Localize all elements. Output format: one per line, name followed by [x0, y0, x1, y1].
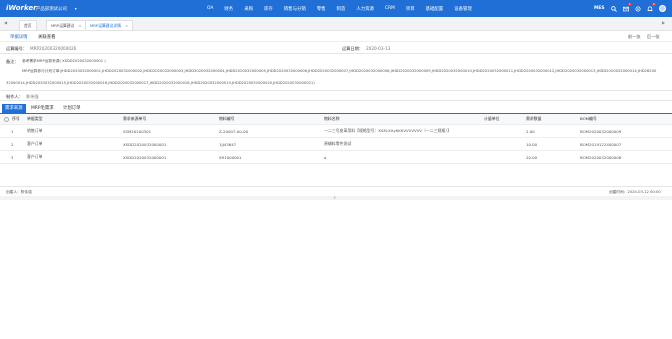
maker-label: 制作人： [6, 94, 23, 99]
resize-handle[interactable]: ⇕ [0, 195, 672, 200]
bell-icon[interactable]: 9 [647, 2, 656, 12]
nav-item-purchase[interactable]: 采购 [244, 6, 253, 12]
nav-item-crm[interactable]: CRM [385, 6, 395, 11]
cell-material-name: 一二三号皮革用料【规格型号：KSM-XXyKKKVVVVVVV（一二三规格）】 [324, 128, 452, 133]
remarks-label: 备注： [6, 59, 19, 64]
col-header-material-name: 物料名称 [324, 116, 340, 121]
main-nav: OA 财务 采购 库存 销售与分销 零售 制造 人力资源 CRM 项目 基础配置… [207, 0, 483, 17]
cell-source-no[interactable]: XSDD2020032000001 [123, 151, 166, 163]
top-right-tools: MES 1 9 [594, 0, 666, 17]
creator-text: 创建人：陈伟强 [6, 190, 32, 194]
tab-label: MRP运算建议详情 [90, 23, 121, 28]
cell-doc-type: 客户订单 [27, 141, 43, 146]
company-switcher[interactable]: 产品部测试公司 ▾ [36, 6, 77, 12]
col-header-doc-type: 单据类型 [27, 116, 43, 121]
settings-icon[interactable] [635, 5, 641, 12]
cell-material-no: 1JJ43647 [219, 141, 237, 147]
cell-bom-no[interactable]: BOM2020032000009 [580, 125, 621, 137]
cell-index: 2 [11, 141, 14, 147]
cell-source-no[interactable]: XSDD2020032000001 [123, 138, 166, 150]
tabs-scroll-right-icon[interactable]: ▶ [662, 20, 665, 25]
tab-home[interactable]: 首页 [19, 20, 37, 30]
cell-doc-type: 销售订单 [27, 128, 43, 133]
demand-source-table: 序号 单据类型 需求来源单号 物料编号 物料名称 计量单位 需求数量 BOM编号… [0, 114, 672, 164]
mes-link[interactable]: MES [594, 6, 605, 11]
tab-mrp-suggestion-detail[interactable]: MRP运算建议详情 × [85, 20, 134, 30]
cell-material-name: a [324, 154, 327, 160]
tab-document-detail[interactable]: 单据详情 [10, 34, 28, 40]
mail-badge: 1 [627, 2, 632, 6]
date-label: 运算日期： [342, 46, 363, 51]
next-record-button[interactable]: 后一张 [647, 34, 660, 40]
maker-value: 陈伟强 [26, 94, 39, 99]
table-row[interactable]: 2 客户订单 XSDD2020032000001 1JJ43647 原辅料零件测… [0, 138, 672, 151]
cell-source-no[interactable]: SSM20200301 [123, 125, 151, 137]
search-icon[interactable] [610, 5, 617, 12]
remarks-line: MRP运算参与计划订单(JHDD2020032000001,JHDD202003… [22, 69, 657, 73]
doc-no-value: MRP20200320000026 [30, 46, 77, 51]
tabs-scroll-left-icon[interactable]: ◀ [4, 20, 7, 25]
cell-material-no: SR1000001 [219, 154, 242, 160]
detail-tabs: 需求来源 MRP毛需求 计划订单 [0, 102, 672, 114]
cell-qty: 2.00 [526, 128, 535, 134]
select-all-checkbox[interactable] [4, 114, 9, 124]
cell-material-no: Z-20007-00-00 [219, 128, 249, 134]
bell-badge: 9 [651, 2, 656, 6]
close-icon[interactable]: × [125, 23, 128, 28]
col-header-index: 序号 [12, 116, 20, 121]
page-tabs: ◀ 首页 MRP运算建议 × MRP运算建议详情 × ▶ [0, 17, 672, 31]
table-row[interactable]: 1 销售订单 SSM20200301 Z-20007-00-00 一二三号皮革用… [0, 125, 672, 138]
cell-doc-type: 客户订单 [27, 154, 43, 159]
tab-mrp-suggestion[interactable]: MRP运算建议 × [46, 20, 87, 30]
remarks-line: 32000014,JHDD2020032000015,JHDD202003200… [6, 81, 315, 85]
detail-subheader: 单据详情 关联查看 前一张 后一张 [0, 31, 672, 42]
tab-label: MRP运算建议 [51, 23, 75, 28]
cell-index: 3 [11, 154, 14, 160]
tab-demand-source[interactable]: 需求来源 [2, 104, 26, 114]
col-header-qty: 需求数量 [526, 116, 542, 121]
col-header-bom-no: BOM编号 [580, 116, 597, 121]
nav-item-oa[interactable]: OA [207, 6, 213, 11]
nav-item-equipment[interactable]: 设备管理 [454, 6, 472, 12]
col-header-source-no: 需求来源单号 [123, 116, 147, 121]
date-value: 2020-03-13 [366, 46, 391, 51]
tab-mrp-gross-demand[interactable]: MRP毛需求 [31, 104, 54, 114]
mail-icon[interactable]: 1 [622, 2, 632, 12]
top-navbar: iWorker 产品部测试公司 ▾ OA 财务 采购 库存 销售与分销 零售 制造… [0, 0, 672, 17]
prev-record-button[interactable]: 前一张 [628, 34, 641, 40]
nav-item-sales[interactable]: 销售与分销 [284, 6, 306, 12]
header-form: 运算编号： MRP20200320000026 运算日期： 2020-03-13 [0, 42, 672, 54]
tab-planned-orders[interactable]: 计划订单 [63, 104, 81, 114]
cell-qty: 20.00 [526, 154, 538, 160]
cell-bom-no[interactable]: BOM2019122400007 [580, 138, 621, 150]
nav-item-hr[interactable]: 人力资源 [356, 6, 374, 12]
remarks-section: 备注： 参考需求MRP运算来源( XSDD2020032000001 ) MRP… [0, 55, 672, 91]
col-header-unit: 计量单位 [484, 116, 500, 121]
doc-no-label: 运算编号： [6, 46, 27, 51]
nav-item-retail[interactable]: 零售 [317, 6, 326, 12]
maker-row: 制作人： 陈伟强 [0, 91, 672, 101]
table-header-row: 序号 单据类型 需求来源单号 物料编号 物料名称 计量单位 需求数量 BOM编号 [0, 114, 672, 125]
app-logo: iWorker [6, 4, 37, 12]
cell-bom-no[interactable]: BOM2020032000008 [580, 151, 621, 163]
col-header-material-no: 物料编号 [219, 116, 235, 121]
table-row[interactable]: 3 客户订单 XSDD2020032000001 SR1000001 a 20.… [0, 151, 672, 164]
nav-item-inventory[interactable]: 库存 [264, 6, 273, 12]
cell-material-name: 原辅料零件测试 [324, 141, 352, 146]
tab-related-view[interactable]: 关联查看 [38, 34, 56, 40]
created-time-text: 创建时间：2020-03-12 00:00 [609, 190, 661, 194]
remarks-line: 参考需求MRP运算来源( XSDD2020032000001 ) [22, 59, 106, 63]
caret-down-icon: ▾ [74, 6, 77, 11]
tab-label: 首页 [24, 23, 32, 28]
nav-item-finance[interactable]: 财务 [224, 6, 233, 12]
cell-index: 1 [11, 128, 14, 134]
cell-qty: 10.00 [526, 141, 538, 147]
nav-item-project[interactable]: 项目 [406, 6, 415, 12]
company-name: 产品部测试公司 [36, 7, 67, 12]
nav-item-basic-config[interactable]: 基础配置 [426, 6, 444, 12]
resize-icon: ⇕ [333, 195, 337, 200]
avatar[interactable] [658, 5, 666, 12]
close-icon[interactable]: × [78, 23, 81, 28]
nav-item-manufacturing[interactable]: 制造 [337, 6, 346, 12]
